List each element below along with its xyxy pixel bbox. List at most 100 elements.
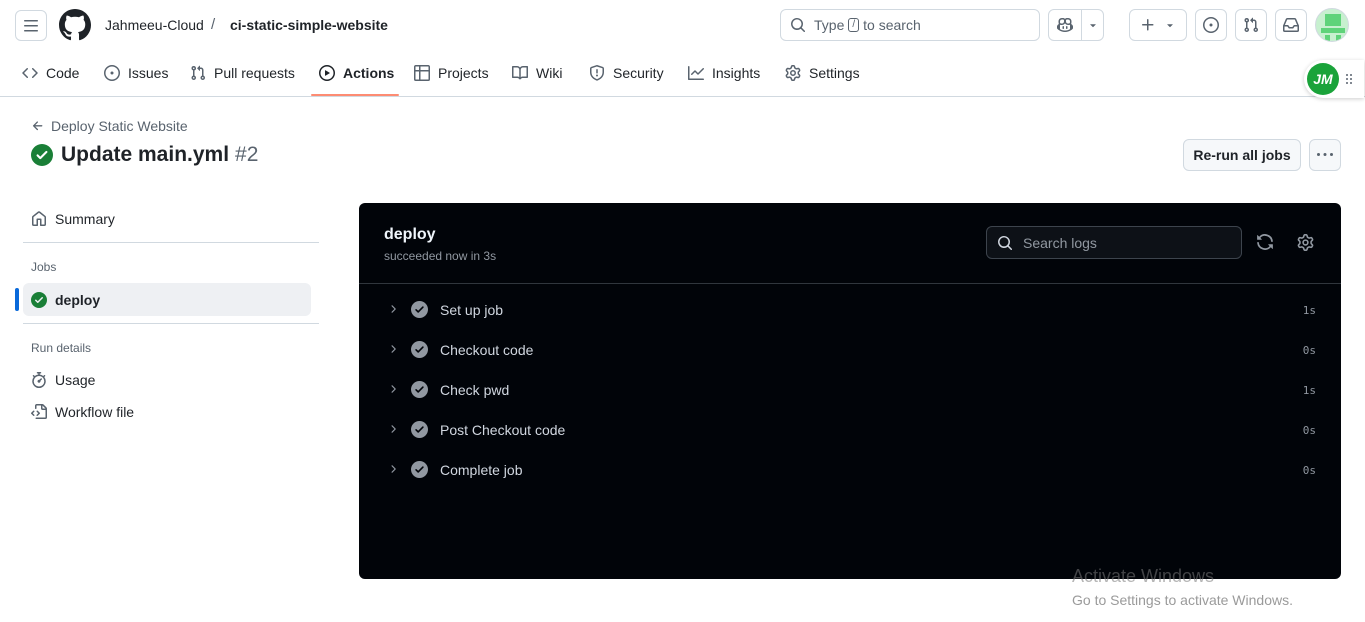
tab-settings[interactable]: Settings <box>785 50 860 96</box>
run-title: Update main.yml <box>61 143 230 166</box>
code-icon <box>22 67 38 79</box>
search-icon <box>998 235 1013 250</box>
step-label: Complete job <box>440 462 523 478</box>
log-step[interactable]: Complete job 0s <box>359 450 1341 490</box>
summary-link[interactable]: Summary <box>31 211 115 227</box>
your-pull-requests-button[interactable] <box>1235 9 1267 41</box>
issue-opened-icon <box>1203 17 1219 33</box>
gear-icon[interactable] <box>1297 234 1314 251</box>
stopwatch-icon <box>32 372 46 388</box>
log-step[interactable]: Post Checkout code 0s <box>359 410 1341 450</box>
tab-settings-label: Settings <box>809 65 860 81</box>
job-name: deploy <box>384 226 436 243</box>
your-issues-button[interactable] <box>1195 9 1227 41</box>
grip-icon <box>1346 74 1352 84</box>
file-code-icon <box>31 404 47 419</box>
chevron-right-icon <box>391 385 396 393</box>
summary-label: Summary <box>55 211 115 227</box>
job-log-panel: deploy succeeded now in 3s Search logs S… <box>359 203 1341 579</box>
sync-icon[interactable] <box>1256 233 1274 251</box>
log-step[interactable]: Checkout code 0s <box>359 330 1341 370</box>
tab-code[interactable]: Code <box>22 50 79 96</box>
tab-projects-label: Projects <box>438 65 489 81</box>
step-duration: 0s <box>1302 464 1316 477</box>
tab-pull-requests-label: Pull requests <box>214 65 295 81</box>
copilot-button[interactable] <box>1049 10 1083 40</box>
tab-code-label: Code <box>46 65 80 81</box>
sidebar-item-deploy[interactable]: deploy <box>23 283 311 316</box>
chevron-right-icon <box>391 305 396 313</box>
step-duration: 0s <box>1302 424 1316 437</box>
kebab-horizontal-icon <box>1317 153 1333 156</box>
more-options-button[interactable] <box>1309 139 1341 171</box>
active-job-indicator <box>15 288 19 311</box>
step-label: Check pwd <box>440 382 510 398</box>
tab-actions[interactable]: Actions <box>319 50 394 96</box>
tab-issues-label: Issues <box>128 65 169 81</box>
github-logo-icon[interactable] <box>59 9 91 41</box>
floating-extension-badge[interactable]: JM <box>1304 60 1364 98</box>
step-duration: 1s <box>1302 304 1316 317</box>
check-circle-fill-icon <box>411 461 428 478</box>
search-logs-input[interactable]: Search logs <box>986 226 1242 259</box>
check-circle-fill-icon <box>31 291 47 308</box>
usage-link[interactable]: Usage <box>31 372 95 388</box>
avatar-identicon <box>1325 35 1330 41</box>
rerun-all-jobs-button[interactable]: Re-run all jobs <box>1183 139 1301 171</box>
job-log-header: deploy succeeded now in 3s Search logs <box>359 203 1341 284</box>
tab-issues[interactable]: Issues <box>104 50 168 96</box>
tab-wiki[interactable]: Wiki <box>512 50 562 96</box>
run-details-heading: Run details <box>31 341 92 355</box>
create-new-button[interactable] <box>1129 9 1187 41</box>
step-duration: 1s <box>1302 384 1316 397</box>
search-placeholder: Type / to search <box>814 17 921 33</box>
windows-activation-watermark-subtitle: Go to Settings to activate Windows. <box>1072 592 1293 608</box>
inbox-button[interactable] <box>1275 9 1307 41</box>
sidebar-divider <box>23 323 319 324</box>
global-search-input[interactable]: Type / to search <box>780 9 1040 41</box>
hamburger-icon <box>24 19 38 31</box>
inbox-icon <box>1283 18 1299 32</box>
menu-button[interactable] <box>15 10 47 41</box>
breadcrumb-repo[interactable]: ci-static-simple-website <box>230 17 388 33</box>
triangle-down-icon <box>1167 24 1173 28</box>
table-icon <box>414 65 430 81</box>
breadcrumb-owner[interactable]: Jahmeeu-Cloud <box>105 17 204 33</box>
avatar-identicon <box>1336 35 1341 41</box>
check-circle-fill-icon <box>411 421 428 438</box>
tab-insights-label: Insights <box>712 65 761 81</box>
copilot-button-group <box>1048 9 1104 41</box>
check-circle-fill-icon <box>31 144 53 166</box>
git-pull-request-icon <box>191 65 206 81</box>
search-logs-placeholder: Search logs <box>1023 234 1097 251</box>
jobs-heading: Jobs <box>31 260 57 274</box>
issue-opened-icon <box>104 65 120 81</box>
tab-actions-label: Actions <box>343 65 395 81</box>
back-to-workflow-link[interactable]: Deploy Static Website <box>31 118 188 134</box>
copilot-icon <box>1057 17 1074 33</box>
tab-pull-requests[interactable]: Pull requests <box>190 50 295 96</box>
chevron-right-icon <box>391 465 396 473</box>
log-step[interactable]: Check pwd 1s <box>359 370 1341 410</box>
sidebar-divider <box>23 242 319 243</box>
workflow-file-link[interactable]: Workflow file <box>31 404 134 420</box>
active-tab-indicator <box>311 94 399 96</box>
arrow-left-icon <box>32 121 43 131</box>
page-title: Update main.yml #2 <box>31 143 258 167</box>
shield-icon <box>590 65 604 81</box>
git-pull-request-icon <box>1244 17 1259 33</box>
tab-projects[interactable]: Projects <box>414 50 489 96</box>
copilot-dropdown-button[interactable] <box>1082 10 1103 40</box>
plus-icon <box>1142 19 1154 31</box>
breadcrumb-separator: / <box>211 16 216 33</box>
job-status-text: succeeded now in 3s <box>384 249 497 263</box>
usage-label: Usage <box>55 372 96 388</box>
tab-insights[interactable]: Insights <box>688 50 760 96</box>
log-step[interactable]: Set up job 1s <box>359 290 1341 330</box>
gear-icon <box>785 65 801 81</box>
search-suffix: to search <box>863 17 921 33</box>
tab-security[interactable]: Security <box>589 50 664 96</box>
step-label: Post Checkout code <box>440 422 566 438</box>
user-avatar[interactable] <box>1315 8 1349 42</box>
check-circle-fill-icon <box>411 301 428 318</box>
